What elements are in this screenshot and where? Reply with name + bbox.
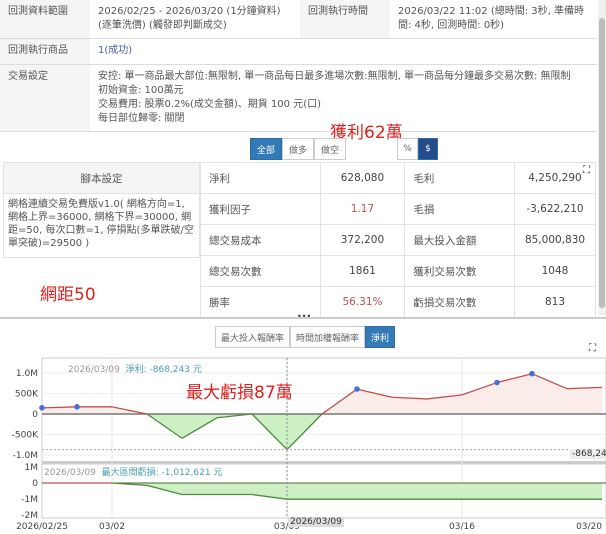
data-point-marker: [494, 379, 500, 386]
equity-chart: 1.0M 500K 0 -500K -1.0M 1M 0 -1M -2M2026/02/25 03…: [12, 357, 606, 532]
x-tick-label: 03/16: [449, 522, 475, 532]
x-tick-label: 2026/02/25: [16, 522, 68, 532]
y-tick-label: 1M: [25, 463, 39, 473]
crosshair-date-label: 2026/03/09: [288, 517, 344, 527]
crosshair-value-label: -868,243: [570, 449, 606, 459]
data-point-marker: [529, 370, 535, 377]
y-tick-label: -500K: [12, 431, 39, 441]
bottom-tooltip: 2026/03/09 最大區間虧損: -1,012,621 元: [44, 465, 222, 478]
tooltip-date: 2026/03/09: [44, 468, 96, 478]
y-tick-label: 0: [32, 479, 38, 489]
max-loss-annotation: 最大虧損87萬: [186, 383, 293, 403]
plot-separator: [42, 461, 606, 464]
x-tick-label: 03/20: [576, 522, 602, 532]
tooltip-date: 2026/03/09: [68, 365, 120, 375]
data-point-marker: [74, 404, 80, 410]
y-tick-label: 0: [32, 410, 38, 420]
data-point-marker: [39, 405, 45, 411]
x-tick-label: 03/02: [99, 522, 125, 532]
y-tick-label: 500K: [15, 390, 39, 400]
y-tick-label: 1.0M: [16, 369, 38, 379]
y-tick-label: -1M: [21, 495, 38, 505]
loss-area: [42, 414, 602, 450]
tooltip-value: 最大區間虧損: -1,012,621 元: [101, 468, 223, 478]
drawdown-area: [42, 483, 602, 500]
tooltip-value: 淨利: -868,243 元: [125, 365, 202, 375]
top-tooltip: 2026/03/09 淨利: -868,243 元: [68, 362, 202, 375]
data-point-marker: [354, 386, 360, 392]
y-tick-label: -1.0M: [13, 451, 38, 461]
y-tick-label: -2M: [21, 511, 38, 521]
